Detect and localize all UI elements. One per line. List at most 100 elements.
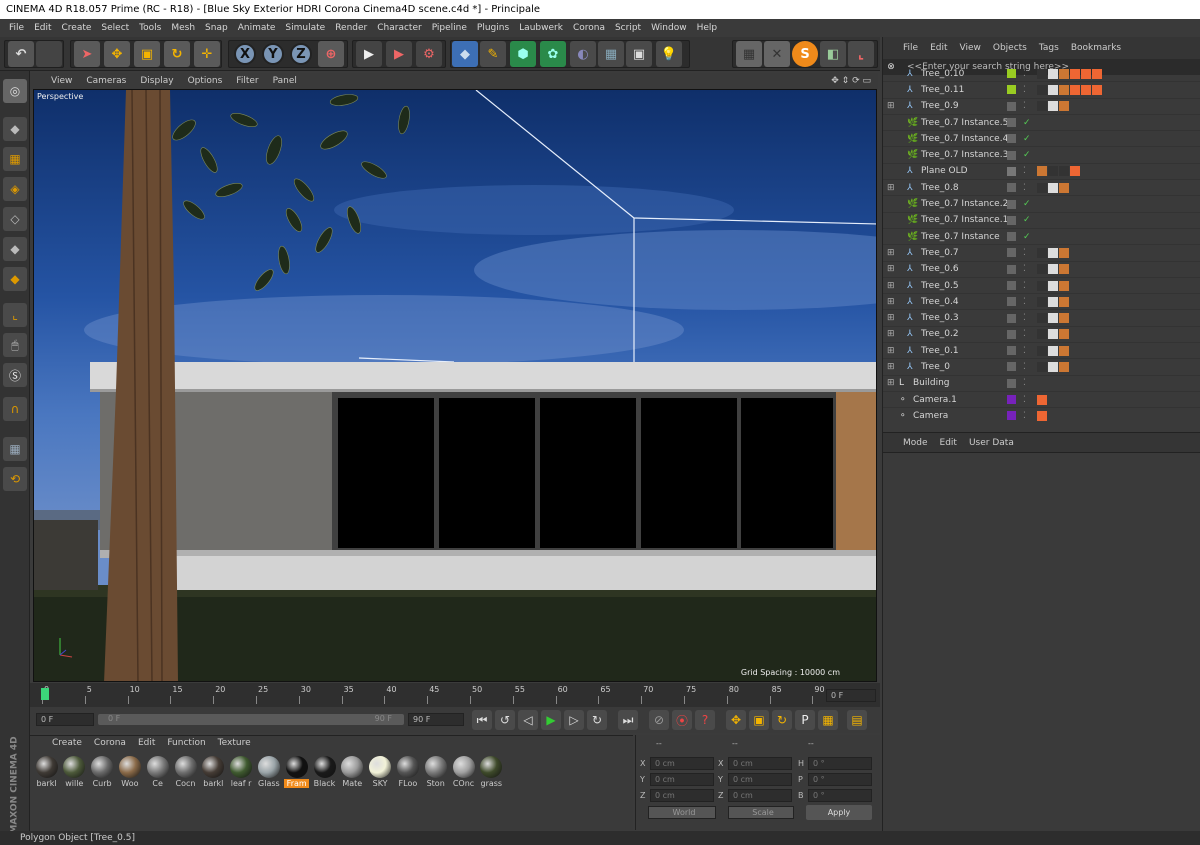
axis-icon[interactable]: ⌞	[848, 41, 874, 67]
x-axis-lock-icon[interactable]: X	[234, 43, 256, 65]
material-swatch[interactable]: grass	[479, 756, 504, 788]
material-swatch[interactable]: Curb	[90, 756, 115, 788]
visibility-dots-icon[interactable]: ⁚	[1023, 297, 1026, 307]
layer-color-swatch[interactable]	[1007, 264, 1016, 274]
expand-toggle-icon[interactable]: ⊞	[887, 362, 899, 372]
layer-color-swatch[interactable]	[1007, 281, 1016, 290]
tag-icon[interactable]	[1070, 84, 1080, 95]
mat-menu-function[interactable]: Function	[167, 738, 205, 748]
visibility-dots-icon[interactable]: ⁚	[1023, 183, 1026, 193]
mat-menu-corona[interactable]: Corona	[94, 738, 126, 748]
object-row[interactable]: 🌿 Tree_0.7 Instance.4 ✓	[883, 131, 1200, 148]
tag-icon[interactable]	[1037, 345, 1047, 356]
workplane-mode-icon[interactable]: ◈	[3, 177, 27, 201]
tag-icon[interactable]	[1059, 361, 1069, 372]
tag-icon[interactable]	[1048, 361, 1058, 372]
layer-color-swatch[interactable]	[1007, 69, 1016, 79]
object-tags[interactable]	[1037, 345, 1069, 356]
layer-color-swatch[interactable]	[1007, 362, 1016, 372]
tag-icon[interactable]	[1059, 84, 1069, 95]
tag-icon[interactable]	[1048, 101, 1058, 112]
coord-system-dropdown[interactable]: World	[648, 806, 716, 819]
lock-workplane-icon[interactable]: ▦	[3, 437, 27, 461]
object-row[interactable]: ⚬ Camera.1 ⁚	[883, 392, 1200, 409]
coord-value-field[interactable]: 0 cm	[728, 757, 792, 770]
scale-key-icon[interactable]: ▣	[749, 710, 769, 730]
visibility-dots-icon[interactable]: ⁚	[1023, 411, 1026, 421]
object-row[interactable]: ⊞ ⅄ Tree_0.8 ⁚	[883, 180, 1200, 197]
object-row[interactable]: ⅄ Plane OLD ⁚	[883, 164, 1200, 181]
obj-menu-tags[interactable]: Tags	[1033, 43, 1065, 53]
object-row[interactable]: ⊞ L Building ⁚	[883, 376, 1200, 392]
timeline-window-icon[interactable]: ▤	[847, 710, 867, 730]
enabled-check-icon[interactable]: ✓	[1023, 232, 1031, 242]
expand-toggle-icon[interactable]: ⊞	[887, 329, 899, 339]
tweak-mode-icon[interactable]: 🖱	[3, 333, 27, 357]
subdivision-icon[interactable]: ⬢	[510, 41, 536, 67]
tag-icon[interactable]	[1092, 84, 1102, 95]
object-row[interactable]: 🌿 Tree_0.7 Instance.2 ✓	[883, 196, 1200, 213]
menu-snap[interactable]: Snap	[200, 23, 233, 33]
visibility-dots-icon[interactable]: ⁚	[1023, 362, 1026, 372]
object-tags[interactable]	[1037, 361, 1069, 372]
visibility-dots-icon[interactable]: ⁚	[1023, 346, 1026, 356]
tag-icon[interactable]	[1037, 280, 1047, 291]
tag-icon[interactable]	[1059, 182, 1069, 193]
object-tags[interactable]	[1037, 313, 1069, 324]
menu-select[interactable]: Select	[96, 23, 134, 33]
tag-icon[interactable]	[1059, 247, 1069, 258]
object-tags[interactable]	[1037, 182, 1069, 193]
tag-icon[interactable]	[1059, 329, 1069, 340]
pen-icon[interactable]: ✎	[480, 41, 506, 67]
menu-create[interactable]: Create	[57, 23, 97, 33]
menu-edit[interactable]: Edit	[29, 23, 56, 33]
tag-icon[interactable]	[1059, 68, 1069, 79]
material-swatch[interactable]: SKY	[368, 756, 393, 788]
layer-color-swatch[interactable]	[1007, 313, 1016, 323]
autokey-icon[interactable]: ⦿	[672, 710, 692, 730]
layer-color-swatch[interactable]	[1007, 134, 1016, 144]
expand-toggle-icon[interactable]: ⊞	[887, 297, 899, 307]
tag-icon[interactable]	[1081, 84, 1091, 95]
tag-icon[interactable]	[1037, 101, 1047, 112]
enabled-check-icon[interactable]: ✓	[1023, 150, 1031, 160]
tag-icon[interactable]	[1059, 101, 1069, 112]
tag-icon[interactable]	[1059, 296, 1069, 307]
object-row[interactable]: ⊞ ⅄ Tree_0.7 ⁚	[883, 245, 1200, 262]
layer-color-swatch[interactable]	[1007, 101, 1016, 111]
tag-icon[interactable]	[1037, 247, 1047, 258]
coord-value-field[interactable]: 0 cm	[728, 789, 792, 802]
z-axis-lock-icon[interactable]: Z	[290, 43, 312, 65]
menu-animate[interactable]: Animate	[233, 23, 281, 33]
layer-color-swatch[interactable]	[1007, 346, 1016, 356]
object-row[interactable]: ⊞ ⅄ Tree_0.6 ⁚	[883, 262, 1200, 278]
tag-icon[interactable]	[1048, 296, 1058, 307]
coord-value-field[interactable]: 0 cm	[650, 757, 714, 770]
play-icon[interactable]: ▶	[541, 710, 561, 730]
cloner-icon[interactable]: ✿	[540, 41, 566, 67]
layer-color-swatch[interactable]	[1007, 232, 1016, 242]
tag-icon[interactable]	[1092, 68, 1102, 79]
prev-key-icon[interactable]: ↺	[495, 710, 515, 730]
menu-window[interactable]: Window	[646, 23, 692, 33]
snap-grid-icon[interactable]: ▦	[736, 41, 762, 67]
tag-icon[interactable]	[1048, 280, 1058, 291]
script-s-icon[interactable]: S	[792, 41, 818, 67]
menu-simulate[interactable]: Simulate	[280, 23, 330, 33]
material-swatch[interactable]: leaf r	[229, 756, 254, 788]
go-to-start-icon[interactable]: ⏮	[472, 710, 492, 730]
mat-menu-texture[interactable]: Texture	[218, 738, 251, 748]
tag-icon[interactable]	[1048, 182, 1058, 193]
visibility-dots-icon[interactable]: ⁚	[1023, 248, 1026, 258]
visibility-dots-icon[interactable]: ⁚	[1023, 85, 1026, 95]
object-tags[interactable]	[1037, 247, 1069, 258]
tag-icon[interactable]	[1037, 264, 1047, 275]
keyframe-selection-icon[interactable]: ?	[695, 710, 715, 730]
object-tags[interactable]	[1037, 68, 1102, 79]
snap-s-icon[interactable]: Ⓢ	[3, 363, 27, 387]
menu-help[interactable]: Help	[692, 23, 723, 33]
enabled-check-icon[interactable]: ✓	[1023, 134, 1031, 144]
magnet-icon[interactable]: ∩	[3, 397, 27, 421]
tag-icon[interactable]	[1059, 280, 1069, 291]
tag-icon[interactable]	[1048, 264, 1058, 275]
